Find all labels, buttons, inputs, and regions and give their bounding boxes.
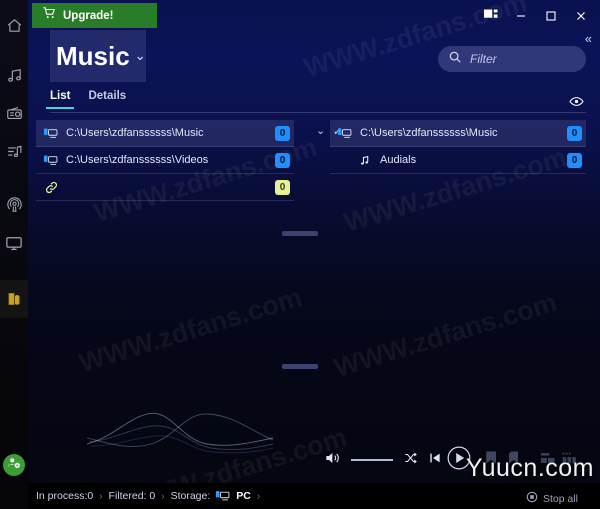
list-item[interactable]: Audials 0	[330, 147, 586, 174]
volume-slider[interactable]	[351, 459, 393, 461]
volume-button[interactable]	[325, 451, 341, 470]
monitor-pc-icon	[44, 127, 64, 140]
view-tabs: List Details	[45, 90, 126, 109]
sidebar-item-podcast[interactable]	[0, 186, 28, 224]
podcast-icon	[6, 196, 23, 214]
sidebar-item-playlist[interactable]	[0, 132, 28, 170]
list-item-label: C:\Users\zdfanssssss\Videos	[66, 154, 209, 166]
panel-layout-button[interactable]	[476, 3, 506, 29]
splitter-handle-bottom[interactable]	[282, 364, 318, 369]
shuffle-icon	[403, 451, 418, 470]
status-separator: ›	[256, 490, 261, 502]
status-separator: ›	[99, 490, 103, 502]
equalizer-icon	[562, 451, 580, 470]
list-item-label: C:\Users\zdfanssssss\Music	[360, 127, 498, 139]
status-storage-label: Storage:	[170, 490, 211, 502]
equalizer-button[interactable]	[562, 451, 580, 470]
item-count-badge: 0	[275, 179, 290, 195]
item-count-badge: 0	[567, 152, 582, 168]
item-count-badge: 0	[275, 125, 290, 141]
user-settings-icon	[7, 456, 21, 475]
status-in-process: In process:0	[36, 490, 94, 502]
item-count-badge: 0	[567, 125, 582, 141]
status-filtered: Filtered: 0	[108, 490, 156, 502]
expand-chevron-down-icon[interactable]: ⌄	[316, 124, 325, 137]
bookmark-right-icon	[506, 450, 521, 470]
left-source-panel: C:\Users\zdfanssssss\Music 0 C:\Users\zd…	[36, 120, 294, 201]
monitor-pc-icon	[338, 127, 358, 140]
filter-input[interactable]: Filter	[438, 46, 586, 72]
list-item[interactable]: C:\Users\zdfanssssss\Music 0	[36, 120, 294, 147]
item-count-badge: 0	[275, 152, 290, 168]
search-icon	[448, 50, 462, 69]
music-note-icon	[358, 154, 378, 167]
previous-track-icon	[428, 451, 442, 470]
tab-divider	[50, 112, 586, 113]
speaker-volume-icon	[325, 451, 341, 470]
splitter-handle-top[interactable]	[282, 231, 318, 236]
filter-placeholder: Filter	[470, 52, 497, 66]
tv-icon	[5, 234, 23, 252]
tab-list[interactable]: List	[45, 90, 76, 109]
page-title-dropdown[interactable]: Music ⌄	[50, 30, 146, 82]
sidebar-item-library[interactable]	[0, 280, 28, 318]
list-item[interactable]: C:\Users\zdfanssssss\Videos 0	[36, 147, 294, 174]
sidebar	[0, 0, 28, 509]
monitor-pc-icon	[44, 154, 64, 167]
status-storage-value: PC	[236, 490, 251, 502]
app-window: WWW.zdfans.com WWW.zdfans.com WWW.zdfans…	[0, 0, 600, 509]
play-icon	[446, 445, 472, 476]
status-bar: In process:0 › Filtered: 0 › Storage: PC…	[0, 483, 600, 509]
sidebar-item-music[interactable]	[0, 56, 28, 94]
bookmark-right-button[interactable]	[506, 450, 521, 470]
shopping-cart-icon	[42, 6, 57, 25]
upgrade-label: Upgrade!	[63, 9, 114, 22]
list-item[interactable]: 0	[36, 174, 294, 201]
previous-track-button[interactable]	[428, 451, 442, 470]
visibility-toggle-button[interactable]	[569, 94, 584, 112]
stop-all-label: Stop all	[542, 492, 578, 505]
minimize-button[interactable]	[506, 3, 536, 29]
upgrade-button[interactable]: Upgrade!	[32, 3, 157, 28]
list-item-label: C:\Users\zdfanssssss\Music	[66, 127, 204, 139]
list-item-label: Audials	[380, 154, 417, 166]
media-player-controls	[325, 440, 592, 480]
bookmark-left-icon	[484, 450, 499, 470]
watermark-site: WWW.zdfans.com	[330, 286, 561, 384]
tab-details[interactable]: Details	[88, 90, 126, 109]
stop-all-button[interactable]: Stop all	[526, 491, 578, 506]
account-avatar-button[interactable]	[3, 454, 25, 476]
music-note-icon	[6, 67, 23, 84]
collapse-panel-button[interactable]: «	[585, 31, 592, 46]
audio-wave-decoration	[85, 398, 275, 473]
link-icon	[44, 180, 64, 195]
playlist-icon	[6, 143, 23, 160]
chevron-down-icon: ⌄	[134, 48, 146, 63]
home-icon	[6, 17, 23, 34]
close-button[interactable]	[566, 3, 596, 29]
panel-layout-icon	[483, 7, 499, 25]
play-button[interactable]	[446, 445, 472, 476]
watermark-site: WWW.zdfans.com	[75, 281, 306, 379]
sidebar-item-radio[interactable]	[0, 94, 28, 132]
bookmark-left-button[interactable]	[484, 450, 499, 470]
library-icon	[6, 290, 23, 308]
sidebar-item-home[interactable]	[0, 6, 28, 44]
layout-button[interactable]	[541, 451, 559, 470]
page-title: Music	[56, 40, 130, 71]
shuffle-button[interactable]	[403, 451, 418, 470]
list-item[interactable]: C:\Users\zdfanssssss\Music 0	[330, 120, 586, 147]
radio-icon	[6, 105, 23, 122]
eye-icon	[569, 94, 584, 111]
monitor-pc-icon	[216, 490, 230, 502]
stop-icon	[526, 491, 538, 506]
window-controls	[476, 3, 596, 29]
sidebar-item-tv[interactable]	[0, 224, 28, 262]
layout-icon	[541, 451, 559, 470]
maximize-button[interactable]	[536, 3, 566, 29]
status-separator: ›	[161, 490, 165, 502]
right-content-panel: C:\Users\zdfanssssss\Music 0 Audials 0	[330, 120, 586, 174]
